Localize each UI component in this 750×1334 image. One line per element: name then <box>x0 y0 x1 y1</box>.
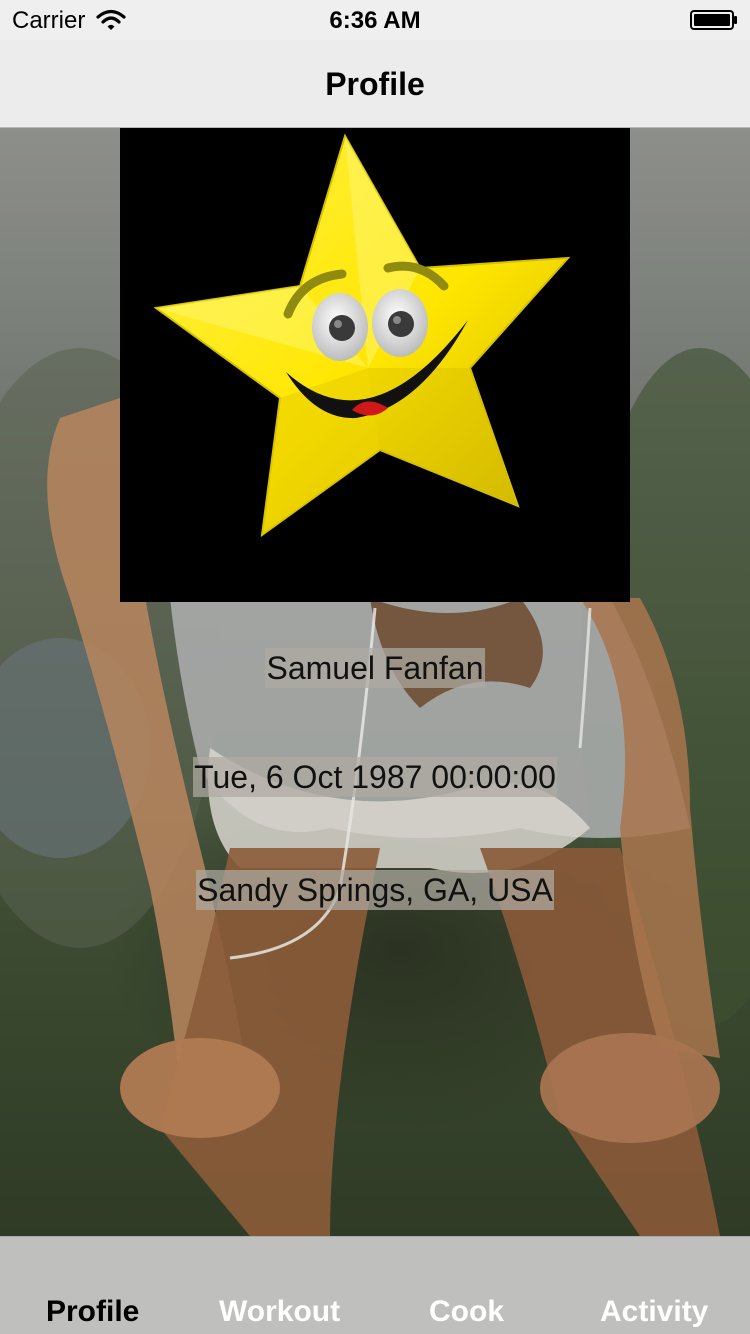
status-time: 6:36 AM <box>329 7 421 34</box>
page-title: Profile <box>325 66 425 102</box>
tab-cook[interactable]: Cook <box>429 1295 504 1329</box>
tab-activity[interactable]: Activity <box>600 1295 708 1329</box>
navigation-bar: Profile <box>0 40 750 128</box>
profile-screen: Carrier 6:36 AM Profile Samuel Fanfan Tu… <box>0 0 750 1334</box>
tab-workout[interactable]: Workout <box>219 1295 340 1329</box>
tab-profile[interactable]: Profile <box>46 1295 139 1329</box>
battery-full-icon <box>690 10 737 30</box>
smiling-star-image <box>153 133 571 538</box>
profile-location: Sandy Springs, GA, USA <box>196 870 554 910</box>
tab-bar: Profile Workout Cook Activity <box>0 1236 750 1334</box>
profile-location-row: Sandy Springs, GA, USA <box>0 870 750 910</box>
profile-birthdate-row: Tue, 6 Oct 1987 00:00:00 <box>0 757 750 797</box>
profile-avatar[interactable] <box>120 128 630 602</box>
status-bar: Carrier 6:36 AM <box>0 0 750 40</box>
profile-name-row: Samuel Fanfan <box>0 648 750 688</box>
profile-birthdate: Tue, 6 Oct 1987 00:00:00 <box>193 757 557 797</box>
profile-name: Samuel Fanfan <box>265 648 485 688</box>
